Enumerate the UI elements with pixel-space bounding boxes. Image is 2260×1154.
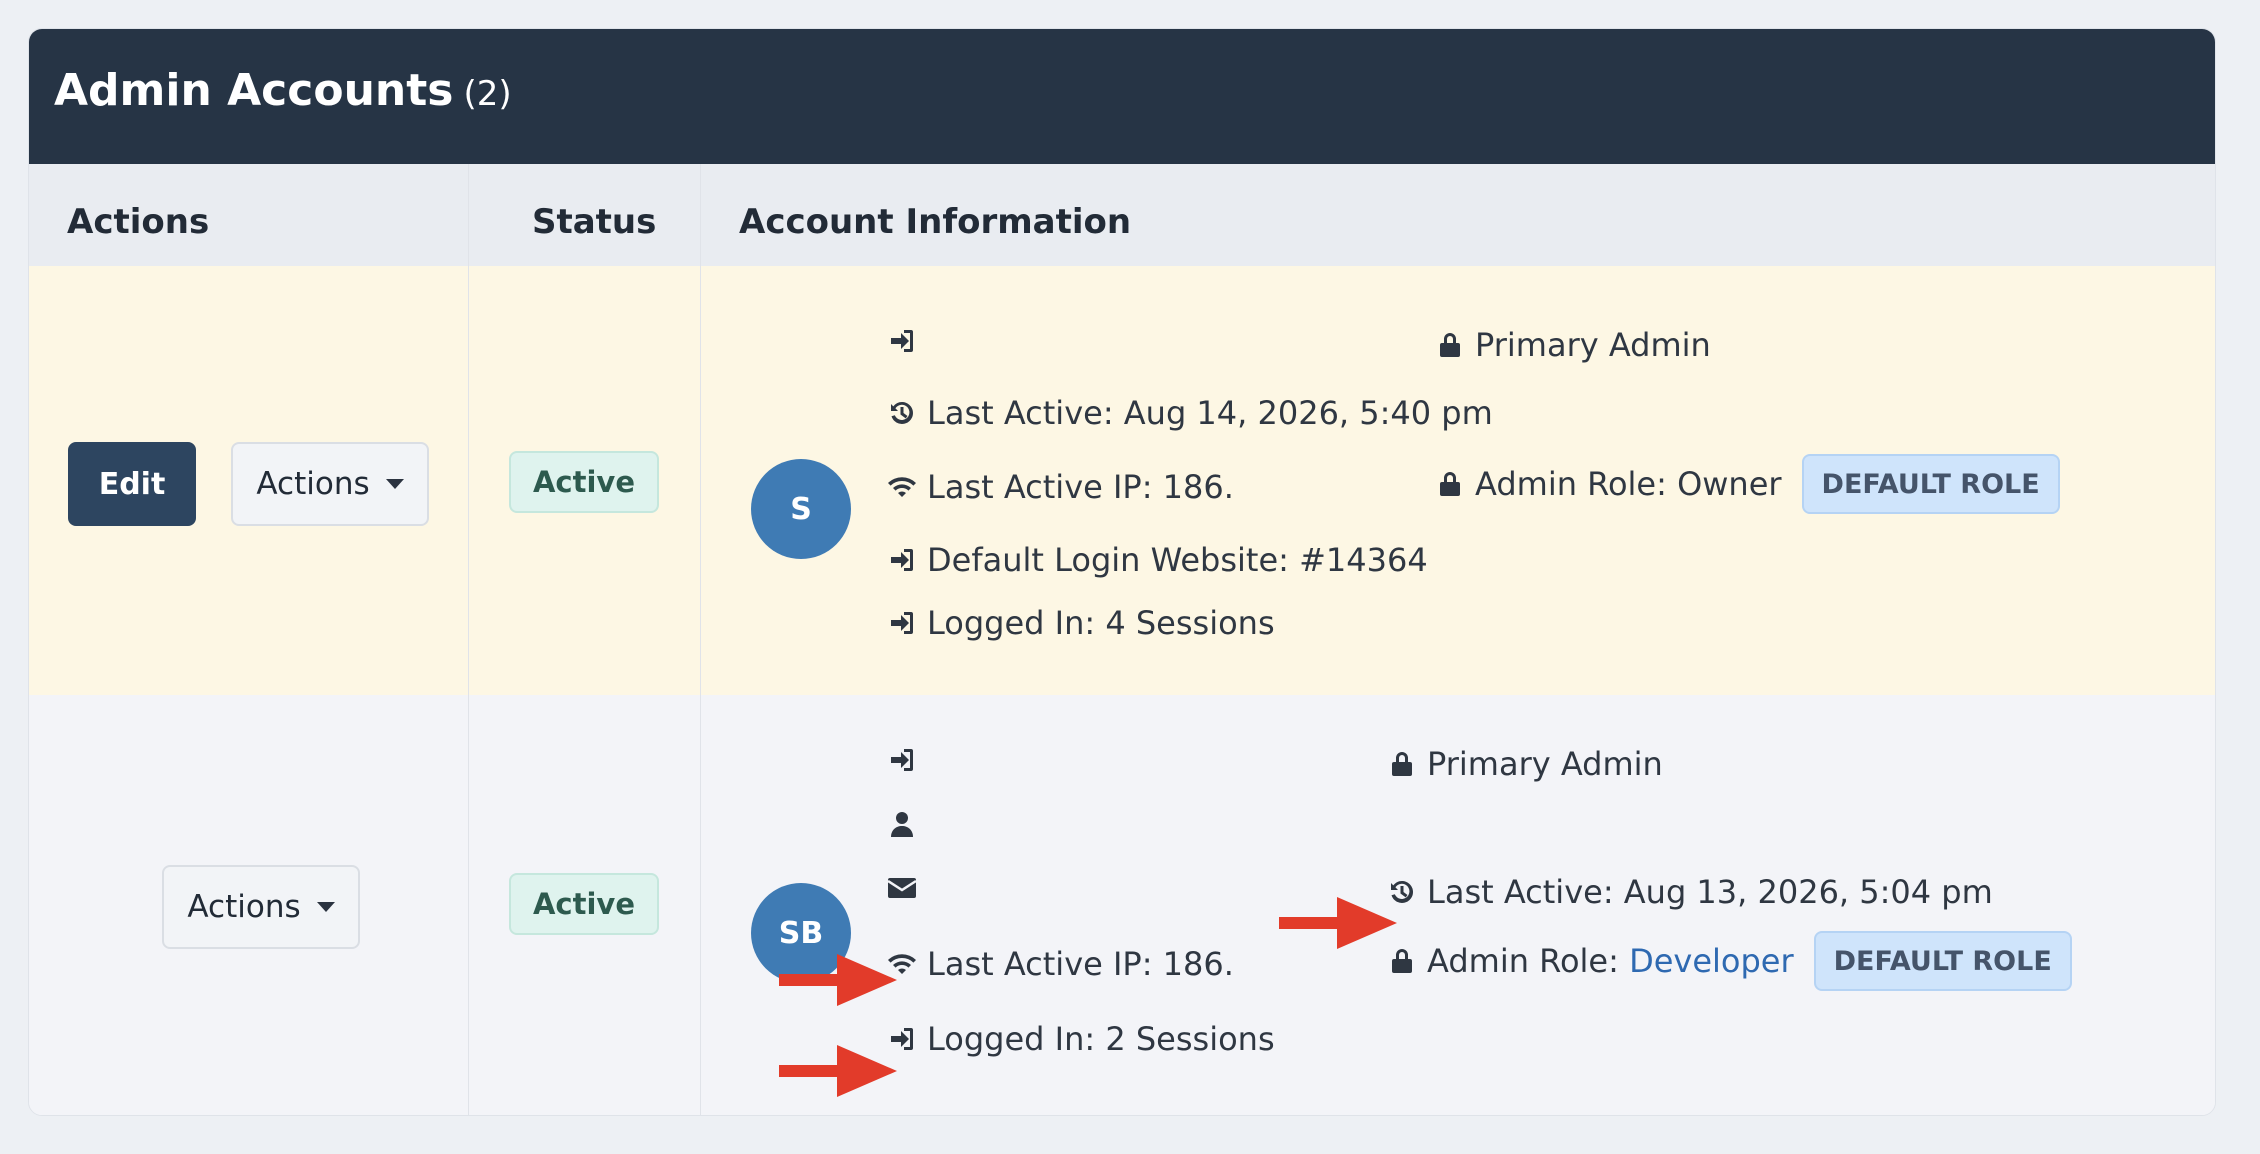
info-logged-in: Logged In: 4 Sessions xyxy=(887,604,1275,642)
info-email xyxy=(887,873,927,903)
default-role-badge: DEFAULT ROLE xyxy=(1801,454,2060,514)
info-user xyxy=(887,809,927,839)
admin-role-text: Admin Role: Owner xyxy=(1475,465,1782,503)
info-login xyxy=(887,745,927,775)
lock-icon xyxy=(1435,330,1465,360)
info-admin-role: Admin Role: Developer DEFAULT ROLE xyxy=(1387,931,2072,991)
default-role-badge: DEFAULT ROLE xyxy=(1813,931,2072,991)
admin-accounts-panel: Admin Accounts (2) Actions Status Account… xyxy=(28,28,2216,1116)
last-active-text: Last Active: Aug 13, 2026, 5:04 pm xyxy=(1427,873,1993,911)
user-icon xyxy=(887,809,917,839)
info-admin-role: Admin Role: Owner DEFAULT ROLE xyxy=(1435,454,2060,514)
column-header-status: Status xyxy=(532,202,657,242)
sign-in-icon xyxy=(887,608,917,638)
actions-dropdown-button[interactable]: Actions xyxy=(231,442,429,526)
last-active-ip-text: Last Active IP: 186. xyxy=(927,468,1234,506)
primary-admin-text: Primary Admin xyxy=(1427,745,1663,783)
column-header-account-info: Account Information xyxy=(739,202,1132,242)
table-row: Actions Active SB Last Active IP: 186. L… xyxy=(29,695,2215,1115)
status-badge: Active xyxy=(509,451,659,513)
last-active-text: Last Active: Aug 14, 2026, 5:40 pm xyxy=(927,394,1493,432)
annotation-arrow-icon xyxy=(779,1045,897,1097)
info-last-active: Last Active: Aug 13, 2026, 5:04 pm xyxy=(1387,873,1993,911)
history-icon xyxy=(887,398,917,428)
info-last-active: Last Active: Aug 14, 2026, 5:40 pm xyxy=(887,394,1493,432)
actions-dropdown-button[interactable]: Actions xyxy=(162,865,360,949)
avatar: S xyxy=(751,459,851,559)
last-active-ip-text: Last Active IP: 186. xyxy=(927,945,1234,983)
info-logged-in: Logged In: 2 Sessions xyxy=(887,1020,1275,1058)
info-primary-admin: Primary Admin xyxy=(1435,326,1711,364)
panel-title-text: Admin Accounts xyxy=(54,65,454,116)
lock-icon xyxy=(1435,469,1465,499)
column-divider xyxy=(468,164,469,1115)
status-badge: Active xyxy=(509,873,659,935)
edit-button[interactable]: Edit xyxy=(68,442,196,526)
column-header-actions: Actions xyxy=(67,202,210,242)
panel-header: Admin Accounts (2) xyxy=(29,29,2215,164)
info-login xyxy=(887,326,927,356)
logged-in-sessions-text: Logged In: 4 Sessions xyxy=(927,604,1275,642)
annotation-arrow-icon xyxy=(779,954,897,1006)
wifi-icon xyxy=(887,472,917,502)
developer-role-link[interactable]: Developer xyxy=(1629,942,1794,980)
actions-label: Actions xyxy=(187,889,301,925)
annotation-arrow-icon xyxy=(1279,897,1397,949)
sign-in-icon xyxy=(887,745,917,775)
account-count: (2) xyxy=(463,74,512,114)
default-login-website-text: Default Login Website: #14364 xyxy=(927,541,1428,579)
table-row: Edit Actions Active S Last Active: Aug 1… xyxy=(29,266,2215,696)
panel-title: Admin Accounts (2) xyxy=(54,65,512,116)
admin-role-text: Admin Role: xyxy=(1427,942,1630,980)
caret-down-icon xyxy=(385,479,404,489)
logged-in-sessions-text: Logged In: 2 Sessions xyxy=(927,1020,1275,1058)
sign-in-icon xyxy=(887,545,917,575)
sign-in-icon xyxy=(887,326,917,356)
primary-admin-text: Primary Admin xyxy=(1475,326,1711,364)
info-primary-admin: Primary Admin xyxy=(1387,745,1663,783)
column-divider xyxy=(700,164,701,1115)
info-last-active-ip: Last Active IP: 186. xyxy=(887,945,1234,983)
caret-down-icon xyxy=(316,902,335,912)
info-last-active-ip: Last Active IP: 186. xyxy=(887,468,1234,506)
info-default-login-website: Default Login Website: #14364 xyxy=(887,541,1428,579)
actions-label: Actions xyxy=(256,466,370,502)
envelope-icon xyxy=(887,873,917,903)
table-header-row: Actions Status Account Information xyxy=(29,164,2215,267)
lock-icon xyxy=(1387,749,1417,779)
